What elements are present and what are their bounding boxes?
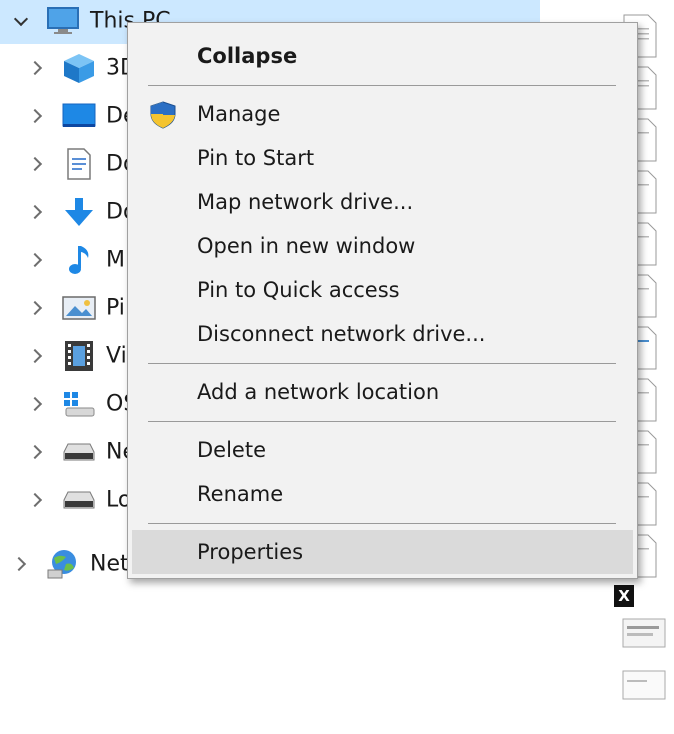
- menu-item-label: Add a network location: [197, 380, 440, 404]
- chevron-right-icon[interactable]: [27, 204, 43, 220]
- close-badge-icon: X: [614, 585, 634, 607]
- menu-item-label: Map network drive...: [197, 190, 414, 214]
- menu-item-disconnect-network-drive[interactable]: Disconnect network drive...: [132, 312, 633, 356]
- menu-item-label: Pin to Start: [197, 146, 315, 170]
- menu-item-pin-quick-access[interactable]: Pin to Quick access: [132, 268, 633, 312]
- tree-item-label: M: [106, 247, 125, 273]
- chevron-right-icon[interactable]: [27, 60, 43, 76]
- chevron-down-icon[interactable]: [13, 11, 29, 27]
- videos-icon: [64, 340, 94, 372]
- document-icon[interactable]: [622, 618, 666, 648]
- monitor-icon: [46, 6, 80, 36]
- os-drive-icon: [62, 390, 96, 418]
- menu-item-label: Open in new window: [197, 234, 416, 258]
- menu-item-properties[interactable]: Properties: [132, 530, 633, 574]
- chevron-right-icon[interactable]: [27, 108, 43, 124]
- menu-item-label: Manage: [197, 102, 281, 126]
- context-menu: Collapse Manage Pin to Start Map network…: [127, 22, 638, 579]
- chevron-right-icon[interactable]: [27, 252, 43, 268]
- menu-item-label: Pin to Quick access: [197, 278, 400, 302]
- chevron-right-icon[interactable]: [27, 300, 43, 316]
- desktop-icon: [62, 102, 96, 130]
- menu-item-map-network-drive[interactable]: Map network drive...: [132, 180, 633, 224]
- menu-item-label: Disconnect network drive...: [197, 322, 486, 346]
- menu-item-label: Delete: [197, 438, 266, 462]
- menu-separator: [148, 523, 616, 524]
- menu-item-pin-to-start[interactable]: Pin to Start: [132, 136, 633, 180]
- documents-icon: [66, 148, 92, 180]
- document-icon[interactable]: [622, 670, 666, 700]
- chevron-right-icon[interactable]: [27, 156, 43, 172]
- menu-item-label: Properties: [197, 540, 304, 564]
- menu-item-manage[interactable]: Manage: [132, 92, 633, 136]
- chevron-right-icon[interactable]: [27, 492, 43, 508]
- tree-item-label: Vi: [106, 343, 127, 369]
- menu-item-label: Rename: [197, 482, 284, 506]
- menu-separator: [148, 363, 616, 364]
- chevron-right-icon[interactable]: [11, 556, 27, 572]
- menu-item-open-new-window[interactable]: Open in new window: [132, 224, 633, 268]
- tree-item-label: Pi: [106, 295, 125, 321]
- menu-item-collapse[interactable]: Collapse: [132, 34, 633, 78]
- chevron-right-icon[interactable]: [27, 348, 43, 364]
- music-note-icon: [66, 244, 92, 276]
- network-globe-icon: [46, 548, 80, 580]
- menu-item-rename[interactable]: Rename: [132, 472, 633, 516]
- chevron-right-icon[interactable]: [27, 396, 43, 412]
- menu-item-label: Collapse: [197, 44, 298, 68]
- chevron-right-icon[interactable]: [27, 444, 43, 460]
- menu-separator: [148, 421, 616, 422]
- download-arrow-icon: [63, 196, 95, 228]
- drive-icon: [62, 490, 96, 510]
- 3d-objects-icon: [62, 52, 96, 84]
- menu-separator: [148, 85, 616, 86]
- pictures-icon: [62, 294, 96, 322]
- menu-item-delete[interactable]: Delete: [132, 428, 633, 472]
- drive-icon: [62, 442, 96, 462]
- menu-item-add-network-location[interactable]: Add a network location: [132, 370, 633, 414]
